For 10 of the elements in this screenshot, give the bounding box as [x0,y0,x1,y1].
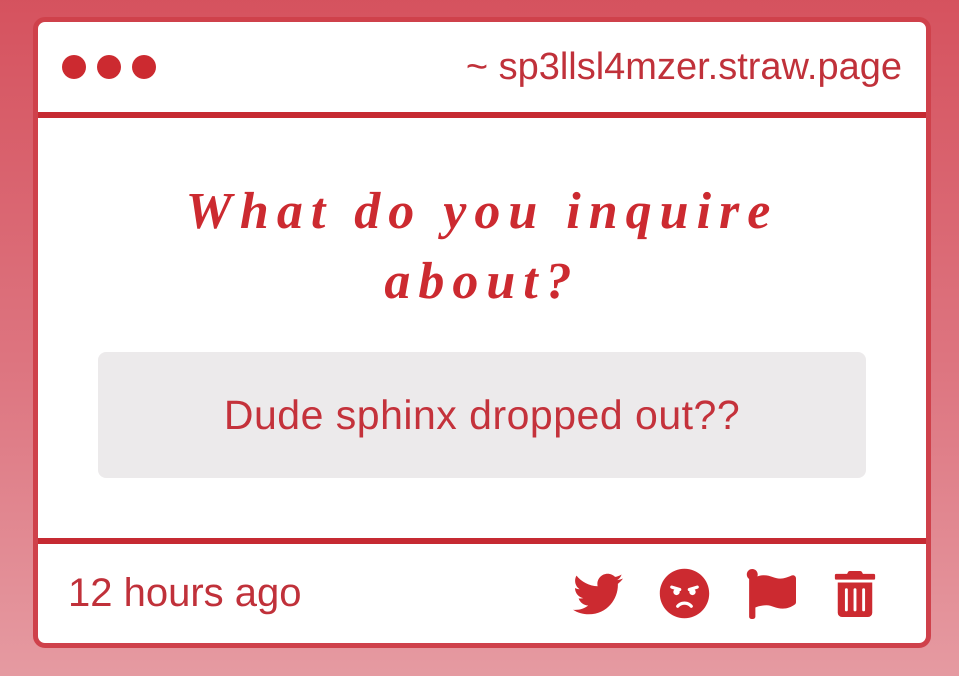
flag-icon[interactable] [746,568,796,618]
question-title: What do you inquire about? [184,182,780,312]
dot-icon [97,55,121,79]
angry-face-icon[interactable] [659,568,710,619]
answer-text: Dude sphinx dropped out?? [98,352,866,478]
trash-icon[interactable] [832,570,878,616]
dot-icon [62,55,86,79]
window-url: ~ sp3llsl4mzer.straw.page [466,46,902,88]
time-ago: 12 hours ago [68,571,302,616]
dot-icon [132,55,156,79]
